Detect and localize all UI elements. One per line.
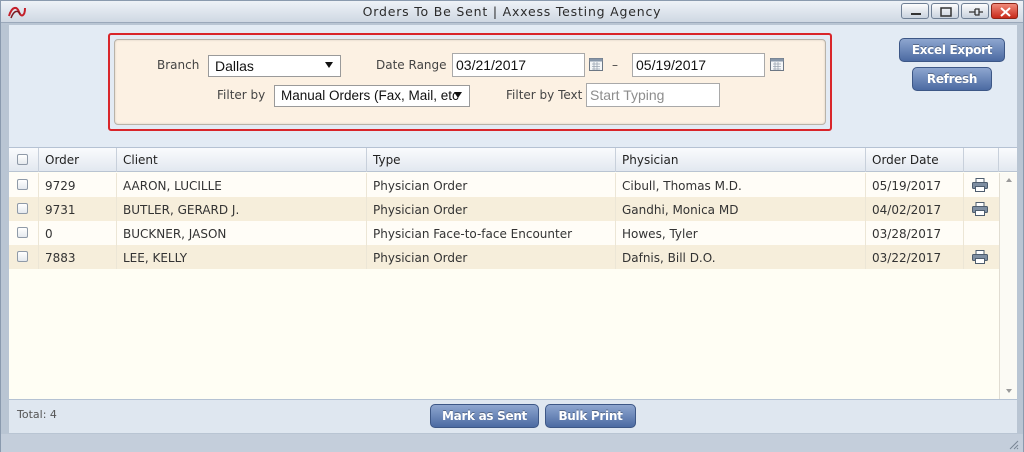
filter-by-select[interactable]: Manual Orders (Fax, Mail, etc xyxy=(274,85,470,107)
select-all-checkbox[interactable] xyxy=(17,154,28,165)
client-cell: AARON, LUCILLE xyxy=(117,173,367,197)
order-date-cell: 03/28/2017 xyxy=(866,221,964,245)
column-header-order[interactable]: Order xyxy=(39,148,117,172)
client-cell: BUCKNER, JASON xyxy=(117,221,367,245)
column-header-print xyxy=(964,148,999,172)
filter-by-label: Filter by xyxy=(217,88,266,102)
column-header-physician[interactable]: Physician xyxy=(616,148,866,172)
total-count: Total: 4 xyxy=(17,408,57,421)
order-date-cell: 04/02/2017 xyxy=(866,197,964,221)
date-separator: – xyxy=(612,58,618,72)
row-checkbox-cell xyxy=(9,197,39,221)
table-row[interactable]: 0 BUCKNER, JASON Physician Face-to-face … xyxy=(9,221,999,245)
refresh-button[interactable]: Refresh xyxy=(912,67,992,91)
mark-as-sent-button[interactable]: Mark as Sent xyxy=(430,404,539,428)
orders-window: Orders To Be Sent | Axxess Testing Agenc… xyxy=(0,0,1024,452)
select-all-header xyxy=(9,148,39,172)
row-checkbox[interactable] xyxy=(17,179,28,190)
type-cell: Physician Order xyxy=(367,173,616,197)
filter-highlight-box: Branch Dallas Date Range 03/21/2017 – 05… xyxy=(108,33,832,131)
chevron-down-icon xyxy=(325,62,333,68)
calendar-icon[interactable] xyxy=(770,58,784,71)
table-row[interactable]: 9731 BUTLER, GERARD J. Physician Order G… xyxy=(9,197,999,221)
order-cell: 7883 xyxy=(39,245,117,269)
filter-panel: Branch Dallas Date Range 03/21/2017 – 05… xyxy=(114,39,826,125)
printer-icon[interactable] xyxy=(972,202,988,216)
table-row[interactable]: 7883 LEE, KELLY Physician Order Dafnis, … xyxy=(9,245,999,269)
physician-cell: Gandhi, Monica MD xyxy=(616,197,866,221)
row-checkbox-cell xyxy=(9,245,39,269)
row-checkbox[interactable] xyxy=(17,251,28,262)
orders-grid: Order Client Type Physician Order Date 9… xyxy=(9,147,1017,399)
order-date-cell: 03/22/2017 xyxy=(866,245,964,269)
pin-icon xyxy=(969,8,983,16)
physician-cell: Dafnis, Bill D.O. xyxy=(616,245,866,269)
order-date-cell: 05/19/2017 xyxy=(866,173,964,197)
grid-scrollbar[interactable] xyxy=(999,173,1017,399)
chevron-down-icon xyxy=(454,92,462,98)
printer-icon[interactable] xyxy=(972,250,988,264)
client-cell: BUTLER, GERARD J. xyxy=(117,197,367,221)
minimize-icon xyxy=(911,13,921,15)
maximize-icon xyxy=(940,7,952,17)
type-cell: Physician Order xyxy=(367,245,616,269)
scroll-arrows-icon xyxy=(1006,178,1012,393)
date-to-input[interactable]: 05/19/2017 xyxy=(632,53,765,77)
grid-header: Order Client Type Physician Order Date xyxy=(9,148,1017,172)
order-cell: 0 xyxy=(39,221,117,245)
window-title: Orders To Be Sent | Axxess Testing Agenc… xyxy=(362,4,662,19)
date-range-label: Date Range xyxy=(376,58,447,72)
maximize-button[interactable] xyxy=(931,3,959,19)
filter-text-input[interactable]: Start Typing xyxy=(586,83,720,107)
calendar-icon[interactable] xyxy=(589,58,603,71)
branch-label: Branch xyxy=(157,58,200,72)
row-checkbox-cell xyxy=(9,221,39,245)
type-cell: Physician Order xyxy=(367,197,616,221)
grid-footer: Total: 4 Mark as Sent Bulk Print xyxy=(9,399,1017,433)
row-checkbox[interactable] xyxy=(17,203,28,214)
table-row[interactable]: 9729 AARON, LUCILLE Physician Order Cibu… xyxy=(9,173,999,197)
client-cell: LEE, KELLY xyxy=(117,245,367,269)
physician-cell: Howes, Tyler xyxy=(616,221,866,245)
date-from-input[interactable]: 03/21/2017 xyxy=(452,53,585,77)
branch-select-value: Dallas xyxy=(215,58,254,74)
close-icon xyxy=(1000,7,1011,17)
physician-cell: Cibull, Thomas M.D. xyxy=(616,173,866,197)
window-controls xyxy=(901,3,1019,20)
type-cell: Physician Face-to-face Encounter xyxy=(367,221,616,245)
filter-area: Branch Dallas Date Range 03/21/2017 – 05… xyxy=(9,25,1017,147)
branch-select[interactable]: Dallas xyxy=(208,55,341,77)
filter-text-placeholder: Start Typing xyxy=(590,87,665,103)
printer-icon[interactable] xyxy=(972,178,988,192)
column-header-order-date[interactable]: Order Date xyxy=(866,148,964,172)
column-header-type[interactable]: Type xyxy=(367,148,616,172)
resize-grip-icon[interactable] xyxy=(1007,438,1019,450)
order-cell: 9731 xyxy=(39,197,117,221)
row-checkbox-cell xyxy=(9,173,39,197)
filter-text-label: Filter by Text xyxy=(506,88,583,102)
bulk-print-button[interactable]: Bulk Print xyxy=(545,404,636,428)
status-bar xyxy=(1,434,1023,452)
order-cell: 9729 xyxy=(39,173,117,197)
column-header-client[interactable]: Client xyxy=(117,148,367,172)
filter-by-select-value: Manual Orders (Fax, Mail, etc xyxy=(281,88,459,103)
minimize-button[interactable] xyxy=(901,3,929,19)
excel-export-button[interactable]: Excel Export xyxy=(899,38,1005,62)
pin-button[interactable] xyxy=(961,3,989,19)
close-button[interactable] xyxy=(991,3,1018,19)
row-checkbox[interactable] xyxy=(17,227,28,238)
title-bar[interactable]: Orders To Be Sent | Axxess Testing Agenc… xyxy=(1,1,1023,23)
